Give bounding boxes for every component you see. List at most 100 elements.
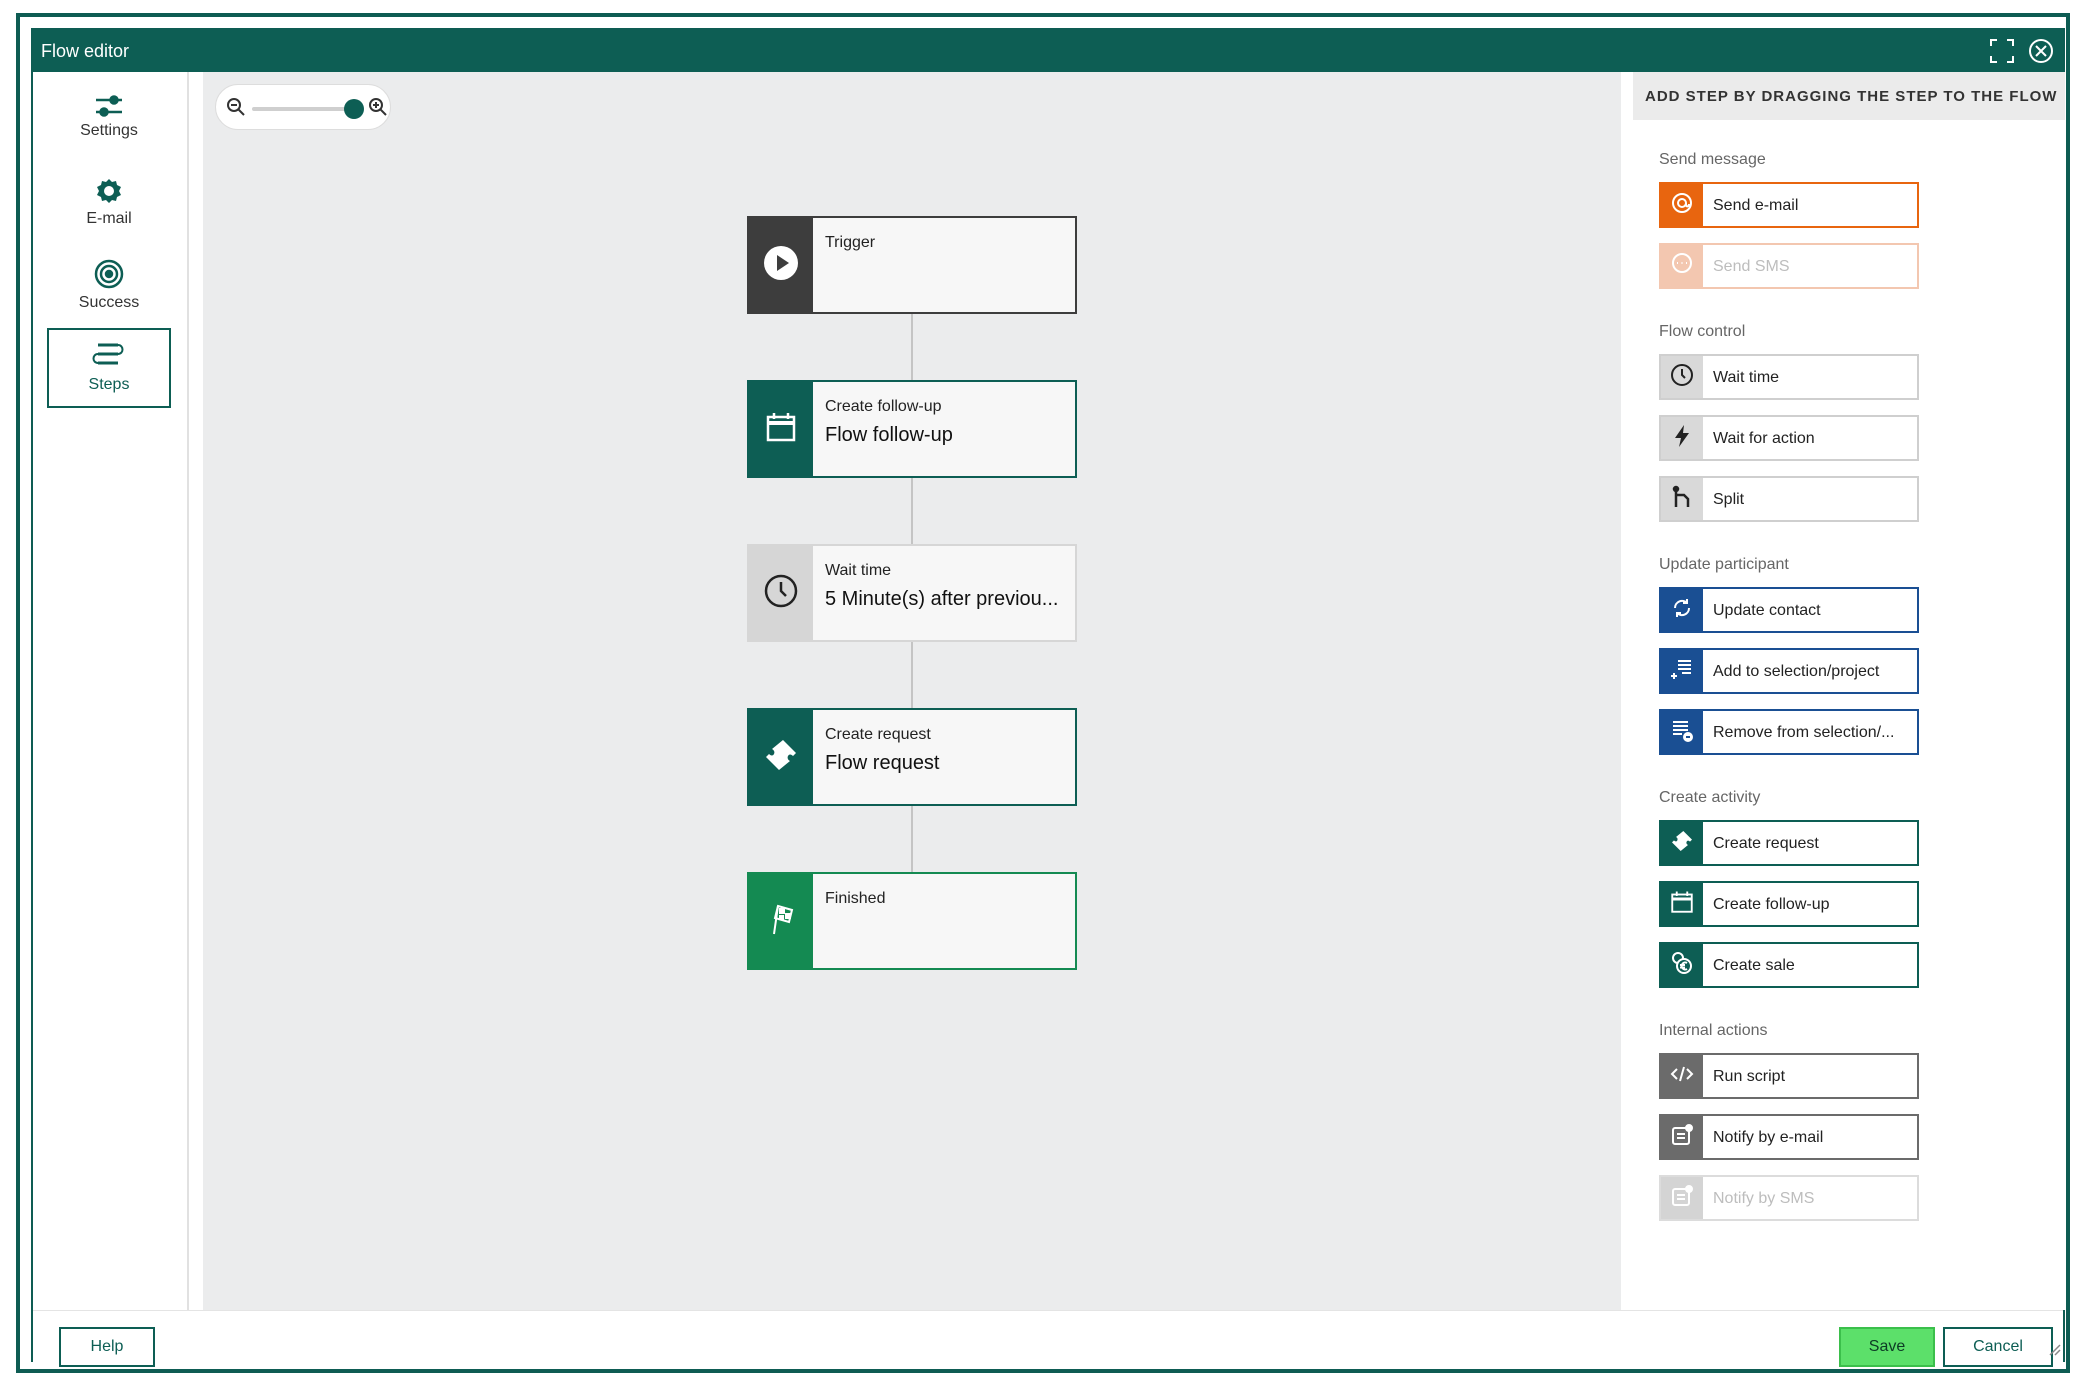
step-icon-box	[1661, 883, 1703, 925]
flow-connector	[911, 478, 913, 544]
step-create-follow-up[interactable]: Create follow-up	[1659, 881, 1919, 927]
step-send-email[interactable]: Send e-mail	[1659, 182, 1919, 228]
step-wait-for-action[interactable]: Wait for action	[1659, 415, 1919, 461]
step-notify-by-email[interactable]: Notify by e-mail	[1659, 1114, 1919, 1160]
flow-canvas[interactable]: Trigger Create follow-up Flow follow-up	[203, 72, 1621, 1310]
calendar-icon	[1670, 890, 1694, 919]
node-icon-box	[749, 382, 813, 476]
step-create-sale[interactable]: Create sale	[1659, 942, 1919, 988]
step-icon-box	[1661, 356, 1703, 398]
step-icon-box	[1661, 589, 1703, 631]
fullscreen-icon[interactable]	[1989, 38, 2015, 64]
code-icon	[1670, 1062, 1694, 1091]
node-title: Finished	[825, 890, 886, 907]
step-label: Update contact	[1713, 602, 1821, 619]
dialog-footer: Help Save Cancel	[33, 1310, 2063, 1367]
sidebar-item-label: Success	[78, 294, 140, 311]
step-palette-header-text: ADD STEP BY DRAGGING THE STEP TO THE FLO…	[1645, 88, 2058, 105]
flow-node-trigger[interactable]: Trigger	[747, 216, 1077, 314]
notify-icon	[1670, 1123, 1694, 1152]
flow-connector	[911, 806, 913, 872]
sidebar: Settings E-mail Success Steps	[33, 72, 189, 1310]
title-bar: Flow editor	[33, 30, 2063, 72]
step-remove-from-selection[interactable]: Remove from selection/...	[1659, 709, 1919, 755]
sidebar-item-success[interactable]: Success	[47, 248, 171, 324]
group-label-update-participant: Update participant	[1659, 556, 1789, 573]
zoom-control	[215, 84, 391, 130]
flow-node-create-request[interactable]: Create request Flow request	[747, 708, 1077, 806]
save-button[interactable]: Save	[1839, 1327, 1935, 1367]
group-label-send-message: Send message	[1659, 151, 1766, 168]
flow-connector	[911, 642, 913, 708]
step-label: Add to selection/project	[1713, 663, 1880, 680]
zoom-slider-track[interactable]	[252, 107, 350, 111]
node-subtitle: Flow request	[825, 752, 940, 774]
cancel-button[interactable]: Cancel	[1943, 1327, 2053, 1367]
node-title: Trigger	[825, 234, 876, 251]
list-remove-icon	[1670, 718, 1694, 747]
step-icon-box	[1661, 711, 1703, 753]
sliders-icon	[47, 94, 171, 118]
step-notify-by-sms[interactable]: Notify by SMS	[1659, 1175, 1919, 1221]
group-label-internal-actions: Internal actions	[1659, 1022, 1768, 1039]
sidebar-item-label: Settings	[80, 122, 138, 139]
sidebar-item-email[interactable]: E-mail	[47, 166, 171, 242]
step-label: Notify by e-mail	[1713, 1129, 1824, 1146]
zoom-slider-handle[interactable]	[344, 99, 364, 119]
list-add-icon	[1670, 657, 1694, 686]
step-add-to-selection-project[interactable]: Add to selection/project	[1659, 648, 1919, 694]
step-icon-box	[1661, 478, 1703, 520]
step-label: Split	[1713, 491, 1745, 508]
zoom-in-icon[interactable]	[368, 97, 388, 122]
flow-node-wait-time[interactable]: Wait time 5 Minute(s) after previou...	[747, 544, 1077, 642]
node-icon-box	[749, 874, 813, 968]
step-icon-box	[1661, 1177, 1703, 1219]
step-split[interactable]: Split	[1659, 476, 1919, 522]
sidebar-item-settings[interactable]: Settings	[47, 84, 171, 160]
clock-icon	[1670, 363, 1694, 392]
help-button[interactable]: Help	[59, 1327, 155, 1367]
window-title: Flow editor	[41, 41, 130, 61]
play-icon	[763, 245, 799, 286]
step-send-sms[interactable]: Send SMS	[1659, 243, 1919, 289]
step-label: Remove from selection/...	[1713, 724, 1895, 741]
flow-editor-window: Flow editor Settings E-mail Success Step…	[31, 28, 2065, 1367]
node-icon-box	[749, 710, 813, 804]
step-label: Create request	[1713, 835, 1819, 852]
step-icon-box	[1661, 417, 1703, 459]
step-palette-header: ADD STEP BY DRAGGING THE STEP TO THE FLO…	[1633, 72, 2065, 120]
node-title: Wait time	[825, 562, 892, 579]
split-icon	[1670, 485, 1694, 514]
at-icon	[1670, 191, 1694, 220]
resize-grip-icon[interactable]	[2045, 1340, 2061, 1361]
step-create-request[interactable]: Create request	[1659, 820, 1919, 866]
target-icon	[47, 258, 171, 290]
step-icon-box	[1661, 1116, 1703, 1158]
flow-node-finished[interactable]: Finished	[747, 872, 1077, 970]
step-update-contact[interactable]: Update contact	[1659, 587, 1919, 633]
sidebar-item-steps[interactable]: Steps	[47, 328, 171, 408]
chat-icon	[1670, 252, 1694, 281]
step-label: Notify by SMS	[1713, 1190, 1815, 1207]
ticket-icon	[1670, 829, 1694, 858]
step-wait-time[interactable]: Wait time	[1659, 354, 1919, 400]
node-title: Create follow-up	[825, 398, 942, 415]
step-icon-box	[1661, 184, 1703, 226]
step-label: Create sale	[1713, 957, 1795, 974]
step-run-script[interactable]: Run script	[1659, 1053, 1919, 1099]
lightning-icon	[1672, 424, 1692, 453]
ticket-icon	[763, 737, 799, 778]
refresh-icon	[1670, 596, 1694, 625]
step-icon-box	[1661, 650, 1703, 692]
zoom-out-icon[interactable]	[226, 97, 246, 122]
node-subtitle: 5 Minute(s) after previou...	[825, 588, 1059, 610]
step-label: Create follow-up	[1713, 896, 1830, 913]
node-icon-box	[749, 218, 813, 312]
clock-icon	[763, 573, 799, 614]
notify-icon	[1670, 1184, 1694, 1213]
calendar-icon	[765, 411, 797, 448]
flow-node-create-follow-up[interactable]: Create follow-up Flow follow-up	[747, 380, 1077, 478]
step-icon-box	[1661, 944, 1703, 986]
flow-connector	[911, 314, 913, 380]
close-icon[interactable]	[2027, 37, 2055, 65]
